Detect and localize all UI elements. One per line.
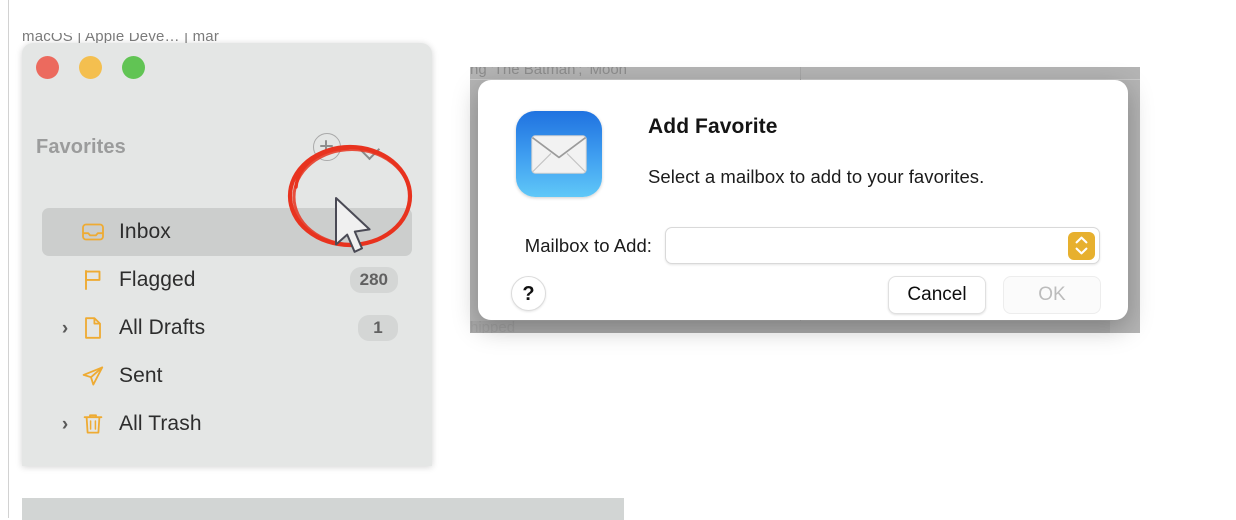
sidebar-item-all-trash[interactable]: › All Trash (42, 400, 412, 448)
sidebar-item-all-drafts[interactable]: › All Drafts 1 (42, 304, 412, 352)
cancel-button[interactable]: Cancel (888, 276, 986, 314)
dialog-button-row: ? Cancel OK (478, 276, 1128, 316)
window-traffic-lights (36, 56, 145, 79)
sidebar-item-label: Sent (119, 364, 163, 387)
sidebar-item-label: All Drafts (119, 316, 206, 339)
chevron-down-icon[interactable] (358, 135, 382, 159)
sidebar-item-flagged[interactable]: › Flagged 280 (42, 256, 412, 304)
disclosure-triangle-placeholder: › (52, 367, 78, 386)
sent-icon (78, 364, 108, 388)
favorites-header-actions (313, 133, 396, 161)
disclosure-triangle-icon[interactable]: › (52, 319, 78, 338)
sidebar-item-inbox[interactable]: › Inbox (42, 208, 412, 256)
favorites-section-header: Favorites (36, 128, 396, 166)
disclosure-triangle-placeholder: › (52, 271, 78, 290)
disclosure-triangle-placeholder: › (52, 223, 78, 242)
sidebar-item-label: Inbox (119, 220, 171, 243)
favorites-mailbox-list: › Inbox › Flagged 280 › All Dr (22, 208, 432, 448)
close-button[interactable] (36, 56, 59, 79)
draft-icon (78, 316, 108, 340)
sidebar-item-sent[interactable]: › Sent (42, 352, 412, 400)
inbox-icon (78, 221, 108, 243)
minimize-button[interactable] (79, 56, 102, 79)
ok-button[interactable]: OK (1003, 276, 1101, 314)
add-favorite-dialog: Add Favorite Select a mailbox to add to … (478, 80, 1128, 320)
dialog-title: Add Favorite (648, 115, 778, 138)
sidebar-item-label: All Trash (119, 412, 202, 435)
help-button[interactable]: ? (511, 276, 546, 311)
mailbox-to-add-popup-button[interactable] (665, 227, 1100, 264)
mailbox-to-add-label: Mailbox to Add: (524, 234, 652, 256)
bottom-grey-bar (22, 498, 624, 520)
plus-circle-icon[interactable] (313, 133, 341, 161)
unread-count-badge: 280 (349, 267, 398, 293)
unread-count-badge: 1 (358, 315, 398, 341)
mailbox-to-add-field-row: Mailbox to Add: (510, 227, 1100, 264)
favorites-section-title: Favorites (36, 135, 126, 158)
mail-app-icon (516, 111, 602, 197)
trash-icon (78, 412, 108, 436)
page-left-rule (8, 0, 9, 518)
zoom-button[interactable] (122, 56, 145, 79)
up-down-chevron-icon[interactable] (1068, 231, 1095, 260)
flag-icon (78, 268, 108, 292)
sidebar-item-label: Flagged (119, 268, 196, 291)
disclosure-triangle-icon[interactable]: › (52, 415, 78, 434)
dialog-message: Select a mailbox to add to your favorite… (648, 166, 985, 187)
backdrop-bottom-text: hipped (470, 319, 516, 333)
